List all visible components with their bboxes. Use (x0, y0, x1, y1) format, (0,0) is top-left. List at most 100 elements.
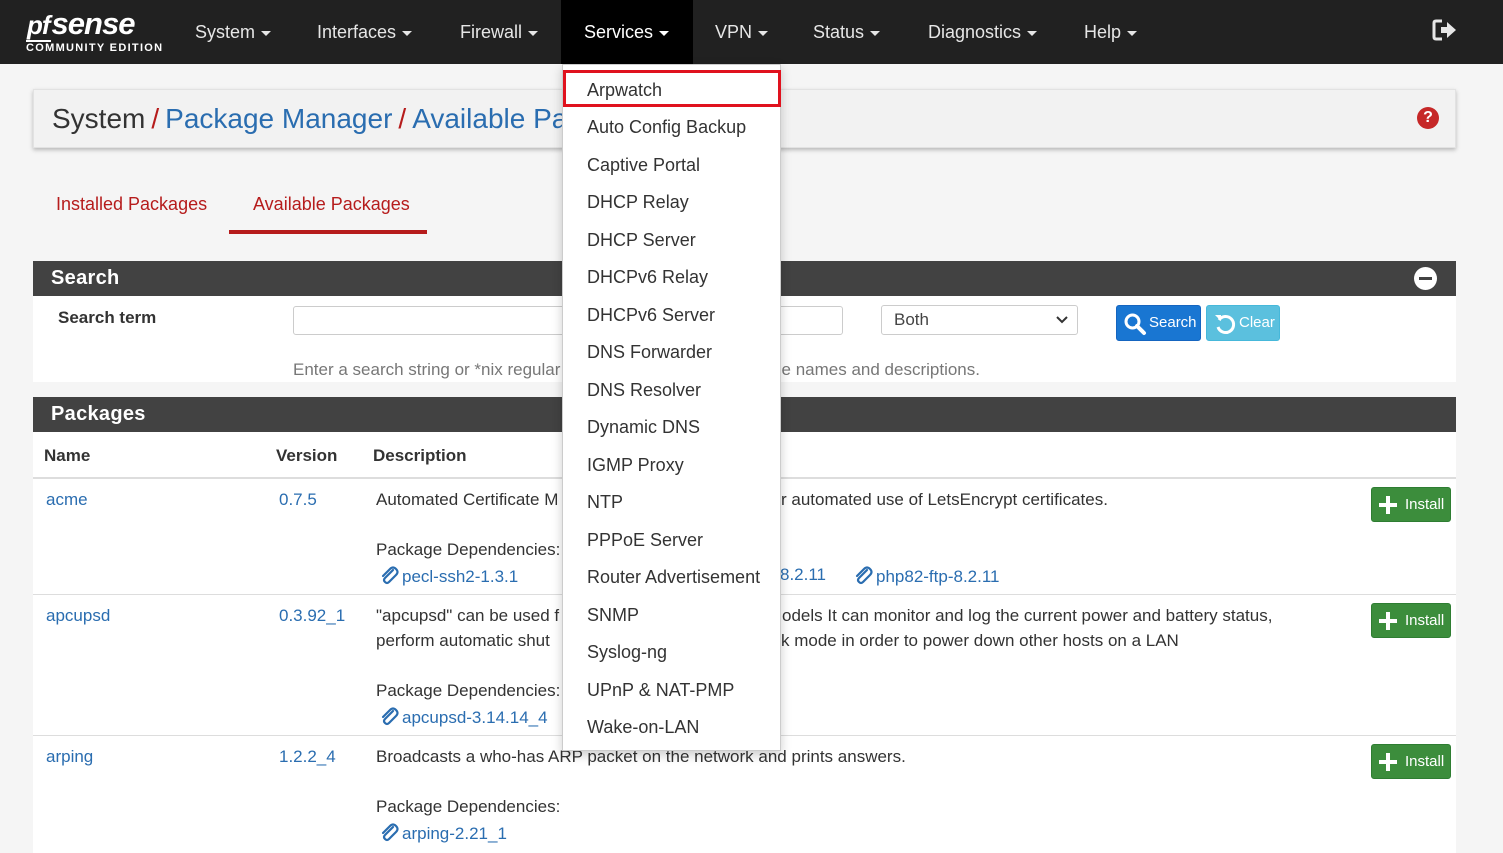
install-button[interactable]: Install (1371, 744, 1451, 779)
menu-item-syslog-ng[interactable]: Syslog-ng (587, 642, 667, 663)
undo-icon (1215, 315, 1236, 334)
package-name-link[interactable]: arping (46, 747, 93, 767)
paperclip-icon (381, 707, 399, 726)
nav-vpn[interactable]: VPN (715, 0, 769, 64)
column-header-name[interactable]: Name (44, 446, 90, 466)
paperclip-icon (381, 566, 399, 585)
menu-item-pppoe-server[interactable]: PPPoE Server (587, 530, 703, 551)
menu-item-dhcpv6-relay[interactable]: DHCPv6 Relay (587, 267, 708, 288)
menu-item-dhcp-server[interactable]: DHCP Server (587, 230, 696, 251)
help-icon[interactable]: ? (1417, 107, 1439, 129)
install-button-label: Install (1405, 753, 1445, 770)
plus-icon (1379, 753, 1397, 771)
packages-panel-title: Packages (51, 403, 146, 425)
nav-interfaces-label: Interfaces (317, 22, 397, 42)
dependencies-label: Package Dependencies: (376, 540, 561, 559)
nav-status[interactable]: Status (813, 0, 881, 64)
menu-item-router-advertisement[interactable]: Router Advertisement (587, 567, 760, 588)
dependency-label: apcupsd-3.14.14_4 (402, 708, 548, 727)
caret-down-icon (758, 30, 769, 36)
dependency-label: arping-2.21_1 (402, 824, 507, 843)
caret-down-icon (659, 30, 670, 36)
nav-status-label: Status (813, 22, 865, 42)
search-button-label: Search (1149, 314, 1197, 331)
dependencies-label: Package Dependencies: (376, 681, 561, 700)
menu-item-wake-on-lan[interactable]: Wake-on-LAN (587, 717, 699, 738)
breadcrumb-separator: / (151, 103, 160, 134)
nav-firewall[interactable]: Firewall (460, 0, 539, 64)
dependency-link[interactable]: apcupsd-3.14.14_4 (379, 706, 548, 728)
search-term-label: Search term (58, 308, 157, 327)
install-button[interactable]: Install (1371, 487, 1451, 522)
nav-interfaces[interactable]: Interfaces (317, 0, 413, 64)
dependency-link[interactable]: pecl-ssh2-1.3.1 (379, 565, 518, 587)
package-description: Automated Certificate M (376, 490, 559, 509)
breadcrumb-separator: / (398, 103, 407, 134)
menu-item-dynamic-dns[interactable]: Dynamic DNS (587, 417, 700, 438)
menu-item-dns-resolver[interactable]: DNS Resolver (587, 380, 701, 401)
search-scope-select[interactable]: Both (881, 305, 1078, 335)
menu-item-upnp-nat-pmp[interactable]: UPnP & NAT-PMP (587, 680, 734, 701)
nav-services-label: Services (584, 22, 654, 42)
search-button[interactable]: Search (1116, 305, 1201, 341)
menu-item-dns-forwarder[interactable]: DNS Forwarder (587, 342, 712, 363)
clear-button-label: Clear (1239, 314, 1275, 331)
column-header-description[interactable]: Description (373, 446, 467, 466)
caret-down-icon (1127, 30, 1138, 36)
caret-down-icon (528, 30, 539, 36)
logout-icon[interactable] (1432, 18, 1460, 44)
nav-system-label: System (195, 22, 256, 42)
nav-system[interactable]: System (195, 0, 272, 64)
package-version-link[interactable]: 1.2.2_4 (279, 747, 336, 767)
package-name-link[interactable]: apcupsd (46, 606, 110, 626)
clear-button[interactable]: Clear (1206, 305, 1280, 341)
nav-diagnostics-label: Diagnostics (928, 22, 1022, 42)
package-version-link[interactable]: 0.3.92_1 (279, 606, 345, 626)
package-description-cont: odels It can monitor and log the current… (782, 606, 1273, 625)
menu-item-captive-portal[interactable]: Captive Portal (587, 155, 700, 176)
collapse-icon[interactable] (1414, 267, 1437, 290)
package-name-link[interactable]: acme (46, 490, 88, 510)
dependency-link[interactable]: 8.2.11 (780, 565, 826, 585)
nav-services[interactable]: Services (561, 0, 694, 64)
menu-item-dhcpv6-server[interactable]: DHCPv6 Server (587, 305, 715, 326)
package-description-cont: k mode in order to power down other host… (781, 631, 1179, 650)
nav-vpn-label: VPN (715, 22, 753, 42)
search-panel-title: Search (51, 267, 120, 289)
caret-down-icon (261, 30, 272, 36)
logo-edition: COMMUNITY EDITION (26, 42, 164, 54)
menu-item-arpwatch[interactable]: Arpwatch (587, 80, 662, 101)
tab-installed-packages[interactable]: Installed Packages (56, 194, 207, 215)
search-icon (1124, 313, 1146, 335)
paperclip-icon (381, 823, 399, 842)
chevron-down-icon (1056, 316, 1068, 324)
dependency-label: 8.2.11 (780, 565, 827, 584)
tab-available-packages[interactable]: Available Packages (253, 194, 410, 215)
nav-diagnostics[interactable]: Diagnostics (928, 0, 1038, 64)
install-button-label: Install (1405, 612, 1445, 629)
install-button-label: Install (1405, 496, 1445, 513)
menu-item-auto-config-backup[interactable]: Auto Config Backup (587, 117, 746, 138)
install-button[interactable]: Install (1371, 603, 1451, 638)
dependency-label: php82-ftp-8.2.11 (876, 567, 1000, 586)
menu-item-igmp-proxy[interactable]: IGMP Proxy (587, 455, 684, 476)
dependency-link[interactable]: arping-2.21_1 (379, 822, 507, 844)
pfsense-logo[interactable]: pfsense COMMUNITY EDITION (26, 8, 163, 54)
dependency-link[interactable]: php82-ftp-8.2.11 (853, 565, 1000, 587)
menu-item-ntp[interactable]: NTP (587, 492, 623, 513)
package-description: "apcupsd" can be used f (376, 606, 560, 625)
dependencies-label: Package Dependencies: (376, 797, 561, 816)
package-version-link[interactable]: 0.7.5 (279, 490, 317, 510)
active-tab-indicator (229, 230, 427, 234)
package-description-cont: r automated use of LetsEncrypt certifica… (781, 490, 1108, 509)
dependency-label: pecl-ssh2-1.3.1 (402, 567, 519, 586)
column-header-version[interactable]: Version (276, 446, 337, 466)
package-description: perform automatic shut (376, 631, 550, 650)
nav-firewall-label: Firewall (460, 22, 523, 42)
nav-help[interactable]: Help (1084, 0, 1138, 64)
menu-item-dhcp-relay[interactable]: DHCP Relay (587, 192, 689, 213)
plus-icon (1379, 496, 1397, 514)
menu-item-snmp[interactable]: SNMP (587, 605, 639, 626)
caret-down-icon (870, 30, 881, 36)
breadcrumb-package-manager[interactable]: Package Manager (165, 103, 392, 134)
